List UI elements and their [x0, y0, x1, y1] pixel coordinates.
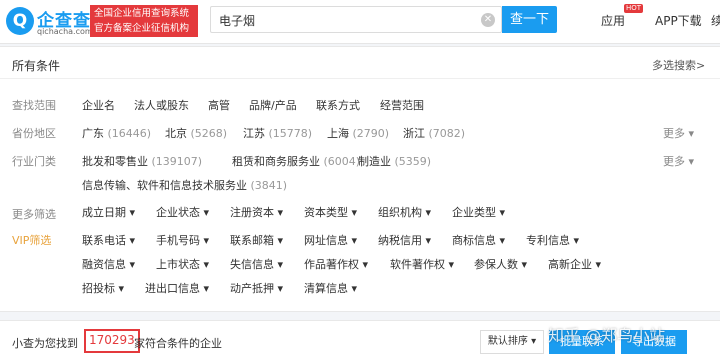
nav-more[interactable]: 续 — [711, 12, 720, 29]
option-name: 浙江 — [403, 127, 425, 140]
more-filters-label: 更多筛选 — [12, 208, 56, 221]
option-count: (15778) — [268, 127, 313, 140]
vip-dropdown[interactable]: 高新企业 ▾ — [548, 256, 601, 272]
vip-dropdown[interactable]: 动产抵押 ▾ — [230, 280, 283, 296]
vip-dropdown[interactable]: 手机号码 ▾ — [156, 232, 209, 248]
vip-dropdown[interactable]: 纳税信用 ▾ — [378, 232, 431, 248]
panel-title: 所有条件 — [12, 59, 61, 73]
filter-dropdown[interactable]: 企业类型 ▾ — [452, 204, 505, 220]
vip-dropdown[interactable]: 商标信息 ▾ — [452, 232, 505, 248]
vip-dropdown[interactable]: 融资信息 ▾ — [82, 256, 135, 272]
province-option[interactable]: 浙江 (7082) — [403, 125, 465, 141]
vip-dropdown[interactable]: 软件著作权 ▾ — [390, 256, 454, 272]
option-name: 制造业 — [358, 155, 391, 168]
vip-dropdown[interactable]: 失信信息 ▾ — [230, 256, 283, 272]
option-count: (16446) — [107, 127, 152, 140]
province-label: 省份地区 — [12, 127, 56, 140]
result-count: 170293 — [84, 329, 140, 353]
option-count: (2790) — [352, 127, 390, 140]
province-more-button[interactable]: 更多 ▾ — [663, 125, 694, 141]
vip-filters-label: VIP筛选 — [12, 234, 52, 247]
industry-label: 行业门类 — [12, 155, 56, 168]
option-name: 江苏 — [243, 127, 265, 140]
multi-search-link[interactable]: 多选搜索> — [652, 57, 705, 73]
vip-dropdown[interactable]: 上市状态 ▾ — [156, 256, 209, 272]
top-bar: Q 企查查 qichacha.com 全国企业信用查询系统 官方备案企业征信机构… — [0, 0, 720, 44]
filter-dropdown[interactable]: 注册资本 ▾ — [230, 204, 283, 220]
vip-dropdown[interactable]: 作品著作权 ▾ — [304, 256, 368, 272]
province-option[interactable]: 上海 (2790) — [327, 125, 389, 141]
option-name: 信息传输、软件和信息技术服务业 — [82, 179, 247, 192]
vip-dropdown[interactable]: 专利信息 ▾ — [526, 232, 579, 248]
scope-option[interactable]: 品牌/产品 — [249, 97, 297, 113]
vip-dropdown[interactable]: 进出口信息 ▾ — [145, 280, 209, 296]
option-count: (139107) — [151, 155, 203, 168]
option-count: (6004) — [323, 155, 361, 168]
industry-option[interactable]: 租赁和商务服务业 (6004) — [232, 153, 360, 169]
vip-dropdown[interactable]: 招投标 ▾ — [82, 280, 124, 296]
option-name: 批发和零售业 — [82, 155, 148, 168]
vip-dropdown[interactable]: 联系电话 ▾ — [82, 232, 135, 248]
filter-dropdown[interactable]: 成立日期 ▾ — [82, 204, 135, 220]
option-name: 北京 — [165, 127, 187, 140]
province-option[interactable]: 广东 (16446) — [82, 125, 151, 141]
search-button[interactable]: 查一下 — [502, 6, 557, 33]
clear-icon[interactable]: ✕ — [481, 13, 495, 27]
option-count: (7082) — [428, 127, 466, 140]
logo[interactable]: Q 企查查 qichacha.com — [6, 5, 93, 39]
result-prefix: 小查为您找到 — [12, 337, 78, 350]
filter-dropdown[interactable]: 组织机构 ▾ — [378, 204, 431, 220]
slogan-badge: 全国企业信用查询系统 官方备案企业征信机构 — [90, 5, 198, 37]
search-value: 电子烟 — [219, 14, 256, 28]
scope-option[interactable]: 高管 — [208, 97, 230, 113]
slogan-line-1: 全国企业信用查询系统 — [94, 8, 190, 19]
filter-panel: 所有条件 多选搜索> 查找范围 企业名 法人或股东 高管 品牌/产品 联系方式 … — [0, 46, 720, 312]
slogan-line-2: 官方备案企业征信机构 — [94, 23, 190, 34]
sort-dropdown[interactable]: 默认排序 ▾ — [480, 330, 544, 354]
option-name: 广东 — [82, 127, 104, 140]
industry-option[interactable]: 批发和零售业 (139107) — [82, 153, 202, 169]
logo-icon: Q — [6, 7, 34, 35]
filter-dropdown[interactable]: 企业状态 ▾ — [156, 204, 209, 220]
hot-badge: HOT — [624, 4, 644, 13]
scope-label: 查找范围 — [12, 99, 56, 112]
industry-option[interactable]: 信息传输、软件和信息技术服务业 (3841) — [82, 177, 287, 193]
industry-option[interactable]: 制造业 (5359) — [358, 153, 431, 169]
province-option[interactable]: 江苏 (15778) — [243, 125, 312, 141]
result-suffix: 家符合条件的企业 — [134, 337, 222, 350]
search-input[interactable]: 电子烟 ✕ — [210, 6, 502, 33]
option-count: (3841) — [250, 179, 288, 192]
vip-dropdown[interactable]: 参保人数 ▾ — [474, 256, 527, 272]
option-name: 租赁和商务服务业 — [232, 155, 320, 168]
logo-domain: qichacha.com — [37, 27, 93, 36]
nav-app-download[interactable]: APP下载 — [655, 12, 702, 29]
option-count: (5268) — [190, 127, 228, 140]
scope-option[interactable]: 企业名 — [82, 97, 115, 113]
province-option[interactable]: 北京 (5268) — [165, 125, 227, 141]
option-count: (5359) — [394, 155, 432, 168]
panel-header: 所有条件 多选搜索> — [0, 47, 720, 79]
scope-option[interactable]: 法人或股东 — [134, 97, 189, 113]
option-name: 上海 — [327, 127, 349, 140]
nav-app-menu[interactable]: 应用 — [601, 12, 625, 29]
vip-dropdown[interactable]: 清算信息 ▾ — [304, 280, 357, 296]
vip-dropdown[interactable]: 联系邮箱 ▾ — [230, 232, 283, 248]
watermark: 知乎 @郑鸟小站 — [548, 326, 666, 345]
scope-option[interactable]: 经营范围 — [380, 97, 424, 113]
scope-option[interactable]: 联系方式 — [316, 97, 360, 113]
filter-dropdown[interactable]: 资本类型 ▾ — [304, 204, 357, 220]
vip-dropdown[interactable]: 网址信息 ▾ — [304, 232, 357, 248]
industry-more-button[interactable]: 更多 ▾ — [663, 153, 694, 169]
